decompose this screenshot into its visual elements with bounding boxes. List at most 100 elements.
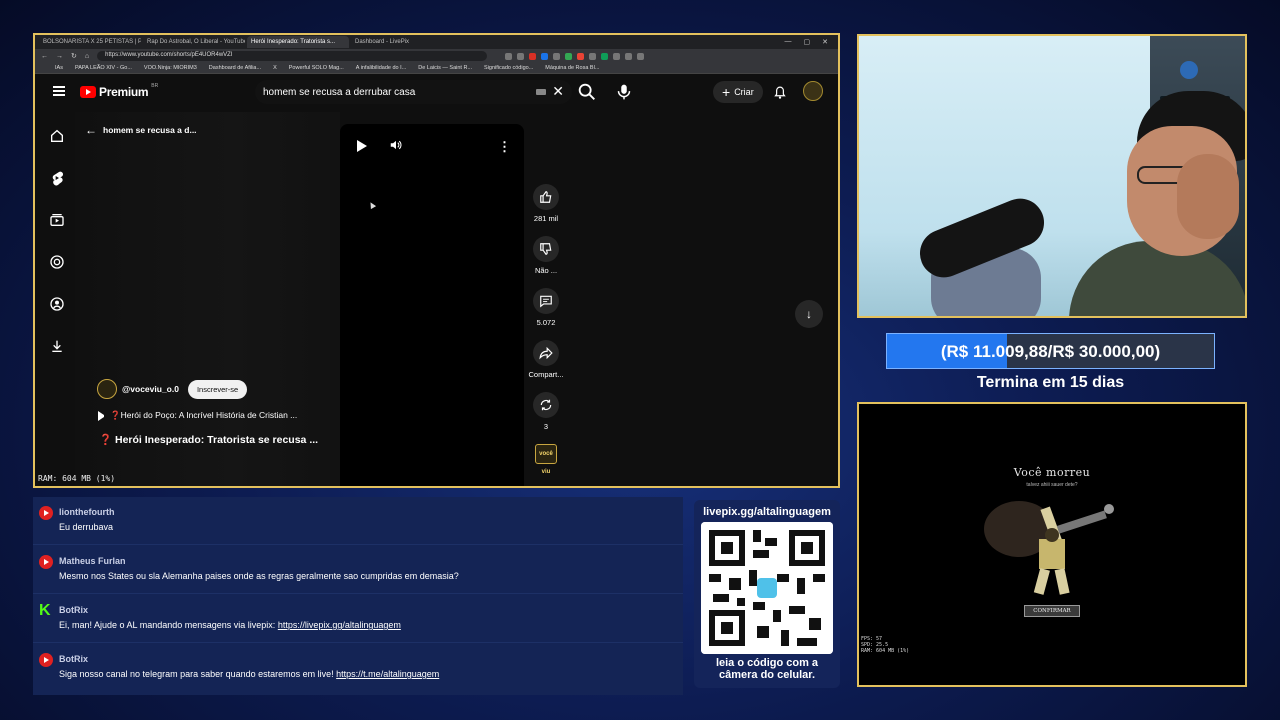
browser-tab[interactable]: Dashboard - LivePix (351, 36, 453, 48)
youtube-logo[interactable]: Premium BR (80, 83, 158, 99)
microphone-icon[interactable] (613, 81, 635, 103)
video-backdrop (75, 112, 340, 486)
menu-icon[interactable] (53, 86, 65, 96)
browser-tab[interactable]: BOLSONARISTA X 25 PETISTAS | P... (39, 36, 141, 48)
channel-row: @voceviu_o.0 Inscrever-se (97, 379, 248, 399)
chat-username: Matheus Furlan (59, 556, 126, 566)
bookmarks-bar: IAs PAPA LEÃO XIV - Go... VOO.Ninja: MIO… (35, 63, 838, 74)
chat-username: BotRix (59, 605, 88, 615)
bookmark[interactable]: De Laicis — Saint R... (418, 65, 472, 71)
subscribe-button[interactable]: Inscrever-se (187, 379, 248, 399)
game-title: Você morreu (1013, 466, 1091, 479)
browser-tab-active[interactable]: Herói Inesperado: Tratorista s... (247, 36, 349, 48)
youtube-icon (39, 555, 53, 569)
browser-tab[interactable]: Rap Do Astrobal, O Liberal - YouTube (143, 36, 245, 48)
tab-bar: BOLSONARISTA X 25 PETISTAS | P... Rap Do… (35, 35, 838, 49)
profile-nav-icon[interactable] (49, 296, 65, 312)
extension-icon[interactable] (625, 52, 633, 60)
share-icon[interactable] (533, 340, 559, 366)
reload-icon[interactable]: ↻ (71, 52, 77, 60)
url-field[interactable]: https://www.youtube.com/shorts/pE4UOR4wV… (97, 51, 488, 61)
minimize-icon[interactable]: — (785, 38, 792, 46)
qr-code-icon[interactable] (701, 522, 833, 654)
search-icon[interactable] (576, 81, 598, 103)
forward-icon[interactable]: → (56, 53, 63, 60)
clear-search-icon[interactable]: ✕ (552, 83, 564, 100)
youtube-play-icon (80, 86, 96, 98)
extension-icon[interactable] (565, 52, 573, 60)
thumbs-up-icon[interactable] (533, 184, 559, 210)
bookmark[interactable]: IAs (55, 65, 63, 71)
shorts-nav-icon[interactable] (49, 170, 65, 186)
arrow-down-icon: ↓ (806, 307, 812, 321)
remix-count: 3 (543, 422, 549, 431)
bookmark[interactable]: A infalibilidade do I... (356, 65, 406, 71)
youtube-icon (39, 506, 53, 520)
close-icon[interactable]: ✕ (822, 38, 828, 46)
confirm-button[interactable]: CONFIRMAR (1024, 605, 1080, 617)
search-input[interactable]: homem se recusa a derrubar casa ✕ (255, 80, 572, 104)
play-icon[interactable] (357, 140, 367, 152)
bookmark[interactable]: PAPA LEÃO XIV - Go... (75, 65, 132, 71)
bookmark[interactable]: Máquina de Rosa Bl... (545, 65, 599, 71)
more-options-icon[interactable]: ⋮ (498, 139, 511, 155)
comment-icon[interactable] (533, 288, 559, 314)
chat-link[interactable]: https://t.me/altalinguagem (336, 669, 439, 679)
extension-icon[interactable] (577, 52, 585, 60)
youtube-icon (39, 653, 53, 667)
bookmark[interactable]: VOO.Ninja: MIORIM3 (144, 65, 197, 71)
back-icon[interactable]: ← (41, 53, 48, 60)
dislike-action[interactable]: Não ... (524, 236, 568, 288)
like-action[interactable]: 281 mil (524, 184, 568, 236)
channel-avatar[interactable] (97, 379, 117, 399)
channel-badge[interactable]: você viu (535, 444, 557, 475)
create-button[interactable]: + Criar (713, 81, 763, 103)
download-nav-icon[interactable] (49, 338, 65, 354)
maximize-icon[interactable]: ▢ (804, 38, 811, 46)
chat-link[interactable]: https://livepix.gg/altalinguagem (278, 620, 401, 630)
volume-icon[interactable] (388, 138, 404, 152)
account-avatar[interactable] (803, 81, 823, 101)
back-to-search[interactable]: ← homem se recusa a d... (85, 123, 197, 137)
youtube-page: Premium BR homem se recusa a derrubar ca… (35, 74, 838, 486)
donation-goal-bar: (R$ 11.009,88/R$ 30.000,00) (886, 333, 1215, 369)
extension-icon[interactable] (517, 52, 525, 60)
keyboard-icon[interactable] (536, 89, 546, 95)
chat-username: lionthefourth (59, 507, 115, 517)
chat-message: BotRix Siga nosso canal no telegram para… (33, 644, 683, 692)
share-action[interactable]: Compart... (524, 340, 568, 392)
shorts-video-player[interactable]: ⋮ (340, 124, 524, 486)
chat-text-body: Siga nosso canal no telegram para saber … (59, 669, 337, 679)
bookmark[interactable]: Significado código... (484, 65, 533, 71)
explore-nav-icon[interactable] (49, 254, 65, 270)
extension-icon[interactable] (553, 52, 561, 60)
extension-icon[interactable] (613, 52, 621, 60)
subscriptions-nav-icon[interactable] (49, 212, 65, 228)
video-title[interactable]: ❓ Herói Inesperado: Tratorista se recusa… (99, 433, 318, 446)
chat-message: K BotRix Ei, man! Ajude o AL mandando me… (33, 595, 683, 643)
bookmark[interactable]: X (273, 65, 277, 71)
next-video-button[interactable]: ↓ (795, 300, 823, 328)
remix-action[interactable]: 3 (524, 392, 568, 444)
bookmark[interactable]: Powerful SOLO Mag... (289, 65, 344, 71)
extension-icon[interactable] (601, 52, 609, 60)
home-nav-icon[interactable] (49, 128, 65, 144)
thumbs-down-icon[interactable] (533, 236, 559, 262)
extension-icon[interactable] (541, 52, 549, 60)
extension-icon[interactable] (529, 52, 537, 60)
chat-username: BotRix (59, 654, 88, 664)
goal-text: (R$ 11.009,88/R$ 30.000,00) (940, 342, 1161, 361)
bookmark[interactable]: Dashboard de Afilia... (209, 65, 261, 71)
comments-action[interactable]: 5.072 (524, 288, 568, 340)
playlist-link[interactable]: ❓Herói do Poço: A Incrível História de C… (98, 410, 297, 421)
chat-text: Mesmo nos States ou sla Alemanha paises … (59, 571, 459, 581)
extension-icon[interactable] (637, 52, 645, 60)
home-icon[interactable]: ⌂ (85, 53, 89, 60)
remix-icon[interactable] (533, 392, 559, 418)
qr-url: livepix.gg/altalinguagem (703, 506, 831, 518)
bell-icon[interactable] (771, 83, 789, 101)
extension-icon[interactable] (589, 52, 597, 60)
kick-icon: K (39, 602, 51, 619)
extension-icon[interactable] (505, 52, 513, 60)
channel-name[interactable]: @voceviu_o.0 (122, 384, 179, 394)
